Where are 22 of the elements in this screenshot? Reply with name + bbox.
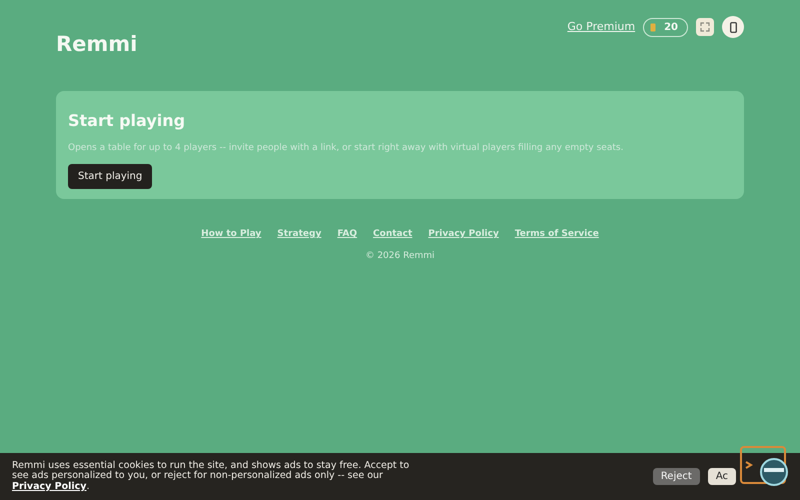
card-description: Opens a table for up to 4 players -- invite people with a link, or start right away with virtual players filling any empty seats. xyxy=(68,142,624,155)
brand-logo[interactable]: Remmi xyxy=(56,29,138,60)
start-playing-button[interactable]: Start playing xyxy=(68,164,152,190)
fullscreen-button[interactable] xyxy=(696,18,714,36)
cookie-message: Remmi uses essential cookies to run the site, and shows ads to stay free. Accept to see ads personalized to you, or reject for non-personalized ads only -- see our Privacy Policy. xyxy=(12,460,410,492)
footer-link[interactable]: FAQ xyxy=(337,228,358,242)
footer-link[interactable]: Terms of Service xyxy=(514,228,599,242)
copyright-text: © 2026 Remmi xyxy=(364,250,436,263)
accept-button[interactable]: Ac xyxy=(708,468,736,486)
coin-count: 20 xyxy=(664,20,678,34)
go-premium-link[interactable]: Go Premium xyxy=(567,18,636,36)
coin-icon xyxy=(650,22,656,32)
footer-link[interactable]: Strategy xyxy=(277,228,322,242)
footer-link[interactable]: Privacy Policy xyxy=(428,228,499,242)
reject-button[interactable]: Reject xyxy=(652,468,700,486)
footer-link[interactable]: Contact xyxy=(373,228,412,242)
privacy-policy-link[interactable]: Privacy Policy xyxy=(12,480,86,492)
phone-icon xyxy=(730,22,736,32)
card-title: Start playing xyxy=(68,110,186,130)
phone-button[interactable] xyxy=(722,16,744,38)
footer-link[interactable]: How to Play xyxy=(201,228,262,242)
fullscreen-icon xyxy=(700,22,710,32)
